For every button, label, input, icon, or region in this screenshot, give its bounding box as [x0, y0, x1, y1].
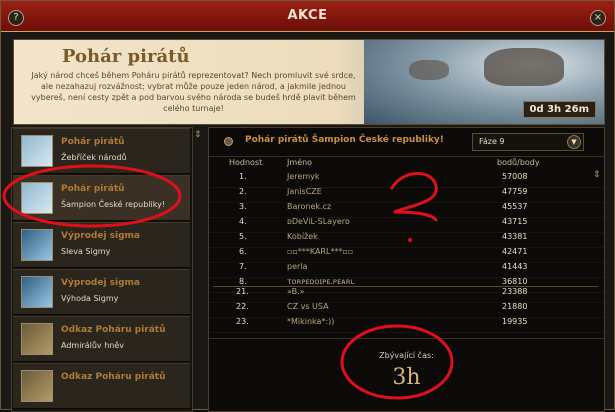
row-points: 45537 — [502, 202, 528, 211]
title-bar: ? AKCE × — [1, 1, 614, 32]
event-item-subtitle: Šampion České republiky! — [61, 200, 166, 209]
event-item-czech-champion[interactable]: Pohár pirátů Šampion České republiky! — [13, 175, 190, 221]
row-points: 47759 — [502, 187, 528, 196]
leaderboard-title: Pohár pirátů Šampion České republiky! — [245, 135, 444, 145]
table-header: Hodnost Jméno bodů/body — [209, 157, 604, 171]
table-row: 5. Kobížek 43381 — [209, 232, 604, 248]
row-rank: 22. — [236, 302, 249, 311]
scroll-arrow-icon[interactable]: ⇕ — [194, 130, 202, 140]
row-rank: 5. — [239, 232, 247, 241]
row-name[interactable]: Baronek.cz — [287, 202, 331, 211]
row-points: 23388 — [502, 287, 528, 296]
close-icon[interactable]: × — [590, 10, 606, 26]
table-row: 4. ᴅDeViL-SLayerᴅ 43715 — [209, 217, 604, 233]
row-points: 41443 — [502, 262, 528, 271]
row-name[interactable]: ᴛᴏʀᴘᴇᴅᴏɪᴘᴇ.ᴘᴇᴀʀʟ — [287, 277, 355, 286]
table-row: 23. *Mikinka*:)) 19935 — [209, 317, 604, 333]
row-name[interactable]: Kobížek — [287, 232, 318, 241]
row-points: 36810 — [502, 277, 528, 286]
event-item-nations-ladder[interactable]: Pohár pirátů Žebříček národů — [13, 128, 190, 174]
sigma-icon — [21, 229, 53, 261]
row-points: 19935 — [502, 317, 528, 326]
row-name[interactable]: ᴅDeViL-SLayerᴅ — [287, 217, 350, 226]
row-rank: 23. — [236, 317, 249, 326]
airship-image — [409, 60, 449, 80]
chevron-down-icon[interactable]: ▼ — [567, 135, 581, 149]
row-points: 21880 — [502, 302, 528, 311]
event-item-title: Výprodej sigma — [61, 278, 140, 288]
column-rank: Hodnost — [229, 158, 263, 167]
event-item-title: Pohár pirátů — [61, 184, 125, 194]
table-row: 6. ▫▫***KARL***▫▫ 42471 — [209, 247, 604, 263]
row-rank: 6. — [239, 247, 247, 256]
event-item-title: Odkaz Poháru pirátů — [61, 372, 166, 382]
row-points: 42471 — [502, 247, 528, 256]
row-name[interactable]: Jeremyk — [287, 172, 319, 181]
event-timer: 0d 3h 26m — [522, 101, 596, 118]
events-window: ? AKCE × Pohár pirátů Jaký národ chceš b… — [0, 0, 615, 412]
row-name[interactable]: perla — [287, 262, 307, 271]
table-row: 1. Jeremyk 57008 — [209, 172, 604, 188]
phase-dropdown[interactable]: Fáze 9 ▼ — [472, 133, 584, 151]
event-banner: Pohár pirátů Jaký národ chceš během Pohá… — [13, 39, 605, 125]
table-row: 22. CZ vs USA 21880 — [209, 302, 604, 318]
table-row: 3. Baronek.cz 45537 — [209, 202, 604, 218]
row-rank: 7. — [239, 262, 247, 271]
row-name[interactable]: ▫▫***KARL***▫▫ — [287, 247, 353, 256]
column-name: Jméno — [287, 158, 313, 167]
event-item-sigma-sale[interactable]: Výprodej sigma Sleva Sigmy — [13, 222, 190, 268]
admiral-icon — [21, 370, 53, 402]
event-list: Pohár pirátů Žebříček národů Pohár pirát… — [11, 127, 193, 412]
row-rank: 21. — [236, 287, 249, 296]
trophy-icon — [21, 135, 53, 167]
event-item-subtitle: Výhoda Sigmy — [61, 294, 119, 303]
event-item-title: Výprodej sigma — [61, 231, 140, 241]
row-points: 43381 — [502, 232, 528, 241]
table-row: 2. JanisCZE 47759 — [209, 187, 604, 203]
airship-image — [484, 48, 564, 86]
row-name[interactable]: »B.» — [287, 287, 305, 296]
banner-description: Jaký národ chceš během Poháru pirátů rep… — [31, 71, 356, 113]
row-rank: 4. — [239, 217, 247, 226]
remaining-time: Zbývající čas: 3h — [209, 338, 604, 411]
table-row: 21. »B.» 23388 — [209, 287, 604, 303]
event-item-subtitle: Žebříček národů — [61, 153, 127, 162]
radio-bullet-icon — [224, 137, 233, 146]
event-item-admirals-wrath[interactable]: Odkaz Poháru pirátů Admirálův hněv — [13, 316, 190, 362]
event-item-legacy[interactable]: Odkaz Poháru pirátů — [13, 363, 190, 409]
event-item-subtitle: Sleva Sigmy — [61, 247, 111, 256]
event-item-title: Odkaz Poháru pirátů — [61, 325, 166, 335]
row-rank: 1. — [239, 172, 247, 181]
event-item-subtitle: Admirálův hněv — [61, 341, 124, 350]
row-name[interactable]: JanisCZE — [287, 187, 322, 196]
window-title: AKCE — [287, 8, 328, 23]
sigma-icon — [21, 276, 53, 308]
row-points: 57008 — [502, 172, 528, 181]
phase-dropdown-value: Fáze 9 — [479, 137, 505, 146]
row-name[interactable]: CZ vs USA — [287, 302, 329, 311]
event-item-sigma-advantage[interactable]: Výprodej sigma Výhoda Sigmy — [13, 269, 190, 315]
row-rank: 8. — [239, 277, 247, 286]
sidebar-scrollbar[interactable]: ⇕ — [193, 127, 202, 410]
event-item-title: Pohár pirátů — [61, 137, 125, 147]
remaining-time-label: Zbývající čas: — [379, 351, 434, 360]
row-name[interactable]: *Mikinka*:)) — [287, 317, 334, 326]
column-points: bodů/body — [497, 158, 540, 167]
remaining-time-value: 3h — [392, 365, 421, 390]
banner-title: Pohár pirátů — [62, 46, 190, 67]
row-rank: 3. — [239, 202, 247, 211]
admiral-icon — [21, 323, 53, 355]
leaderboard-header: Pohár pirátů Šampion České republiky! Fá… — [209, 128, 604, 157]
leaderboard-panel: Pohár pirátů Šampion České republiky! Fá… — [208, 127, 605, 412]
table-row: 7. perla 41443 — [209, 262, 604, 278]
trophy-icon — [21, 182, 53, 214]
row-points: 43715 — [502, 217, 528, 226]
row-rank: 2. — [239, 187, 247, 196]
